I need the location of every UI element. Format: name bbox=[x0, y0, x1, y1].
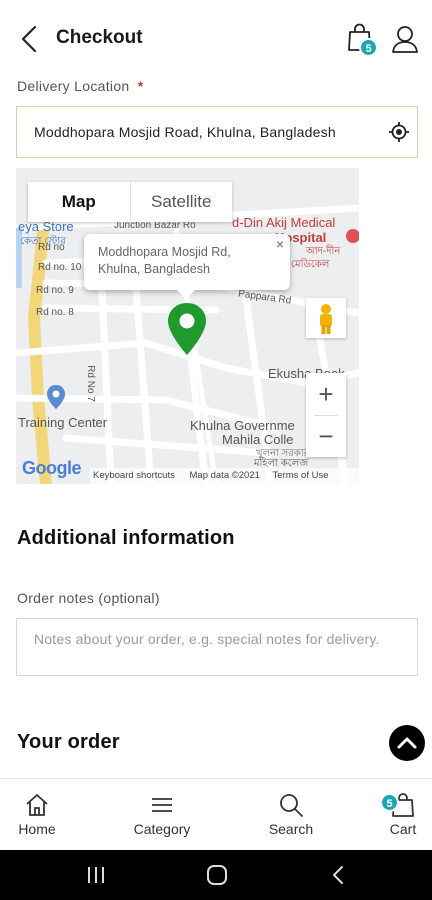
location-pin-icon[interactable] bbox=[166, 301, 208, 357]
chevron-up-icon bbox=[397, 737, 417, 749]
pegman-icon bbox=[320, 304, 332, 334]
recent-apps-icon[interactable] bbox=[82, 863, 110, 887]
popup-address-line2: Khulna, Bangladesh bbox=[98, 262, 210, 276]
map-label: Training Center bbox=[18, 415, 108, 430]
nav-search-label: Search bbox=[268, 821, 314, 837]
map-label: Rd No 7 bbox=[84, 365, 96, 402]
map-data-text: Map data ©2021 bbox=[189, 470, 260, 481]
map-label: Rd no. 9 bbox=[36, 285, 74, 296]
keyboard-shortcuts-link[interactable]: Keyboard shortcuts bbox=[93, 470, 175, 481]
popup-address-line1: Moddhopara Mosjid Rd, bbox=[98, 245, 231, 259]
scroll-to-top-button[interactable] bbox=[389, 725, 425, 761]
additional-info-heading: Additional information bbox=[17, 527, 235, 549]
nav-home-label: Home bbox=[18, 821, 56, 837]
nav-cart[interactable]: 5 Cart bbox=[363, 779, 432, 851]
map-label: Mahila Colle bbox=[222, 432, 294, 447]
google-logo: Google bbox=[22, 458, 82, 478]
my-location-icon[interactable] bbox=[388, 121, 410, 143]
app-header: Checkout 5 bbox=[0, 0, 432, 72]
system-back-icon[interactable] bbox=[325, 863, 353, 887]
map-label: Rd no bbox=[38, 242, 65, 253]
zoom-controls: + − bbox=[306, 373, 346, 457]
delivery-location-value: Moddhopara Mosjid Road, Khulna, Banglade… bbox=[34, 124, 336, 140]
back-arrow-icon[interactable] bbox=[14, 22, 44, 56]
user-profile-icon[interactable] bbox=[390, 22, 420, 56]
nav-home[interactable]: Home bbox=[0, 779, 77, 851]
nav-cart-badge: 5 bbox=[380, 793, 399, 812]
nav-category[interactable]: Category bbox=[122, 779, 202, 851]
hospital-marker-icon bbox=[346, 229, 359, 243]
home-icon bbox=[26, 794, 48, 816]
nav-category-label: Category bbox=[133, 821, 191, 837]
shopping-bag-button[interactable]: 5 bbox=[343, 22, 379, 58]
zoom-out-button[interactable]: − bbox=[306, 415, 346, 457]
popup-close-button[interactable]: × bbox=[276, 236, 284, 253]
zoom-in-button[interactable]: + bbox=[306, 373, 346, 415]
map-label: Rd no. 8 bbox=[36, 307, 74, 318]
map-type-toggle: Map Satellite bbox=[28, 182, 232, 222]
checkout-screen: Checkout 5 Delivery Location * Moddhopar… bbox=[0, 0, 432, 900]
nav-cart-label: Cart bbox=[389, 821, 417, 837]
place-marker-icon bbox=[47, 385, 65, 409]
cart-count-badge: 5 bbox=[359, 38, 378, 57]
menu-icon bbox=[152, 798, 172, 812]
system-home-icon[interactable] bbox=[203, 863, 231, 887]
tab-map[interactable]: Map bbox=[28, 182, 130, 222]
popup-pointer bbox=[176, 289, 196, 299]
delivery-location-label: Delivery Location * bbox=[17, 78, 143, 94]
map-footer: Keyboard shortcuts Map data ©2021 Terms … bbox=[90, 468, 359, 484]
search-icon bbox=[280, 794, 303, 817]
location-map[interactable]: Junction Bazar Ro eya Store কেতা স্টোর d… bbox=[16, 168, 359, 484]
map-label: Khulna Governme bbox=[190, 418, 295, 433]
order-notes-label: Order notes (optional) bbox=[17, 590, 160, 606]
map-label: খুলনা সরকার bbox=[256, 448, 310, 459]
delivery-location-input[interactable]: Moddhopara Mosjid Road, Khulna, Banglade… bbox=[16, 106, 418, 158]
system-navigation-bar bbox=[0, 850, 432, 900]
page-title: Checkout bbox=[56, 27, 143, 48]
tab-satellite[interactable]: Satellite bbox=[129, 182, 233, 222]
required-marker: * bbox=[137, 78, 144, 94]
order-notes-textarea[interactable]: Notes about your order, e.g. special not… bbox=[16, 618, 418, 676]
delivery-location-label-text: Delivery Location bbox=[17, 78, 130, 94]
location-info-popup: Moddhopara Mosjid Rd, Khulna, Bangladesh… bbox=[84, 234, 290, 290]
bottom-navigation: Home Category Search 5 Cart bbox=[0, 778, 432, 850]
map-label: Rd no. 10 bbox=[38, 262, 82, 273]
map-label: মেডিকেল bbox=[291, 259, 330, 270]
terms-link[interactable]: Terms of Use bbox=[273, 470, 329, 481]
nav-search[interactable]: Search bbox=[251, 779, 331, 851]
street-view-button[interactable] bbox=[306, 298, 346, 338]
your-order-heading: Your order bbox=[17, 731, 120, 753]
map-label: d-Din Akij Medical bbox=[232, 215, 336, 230]
